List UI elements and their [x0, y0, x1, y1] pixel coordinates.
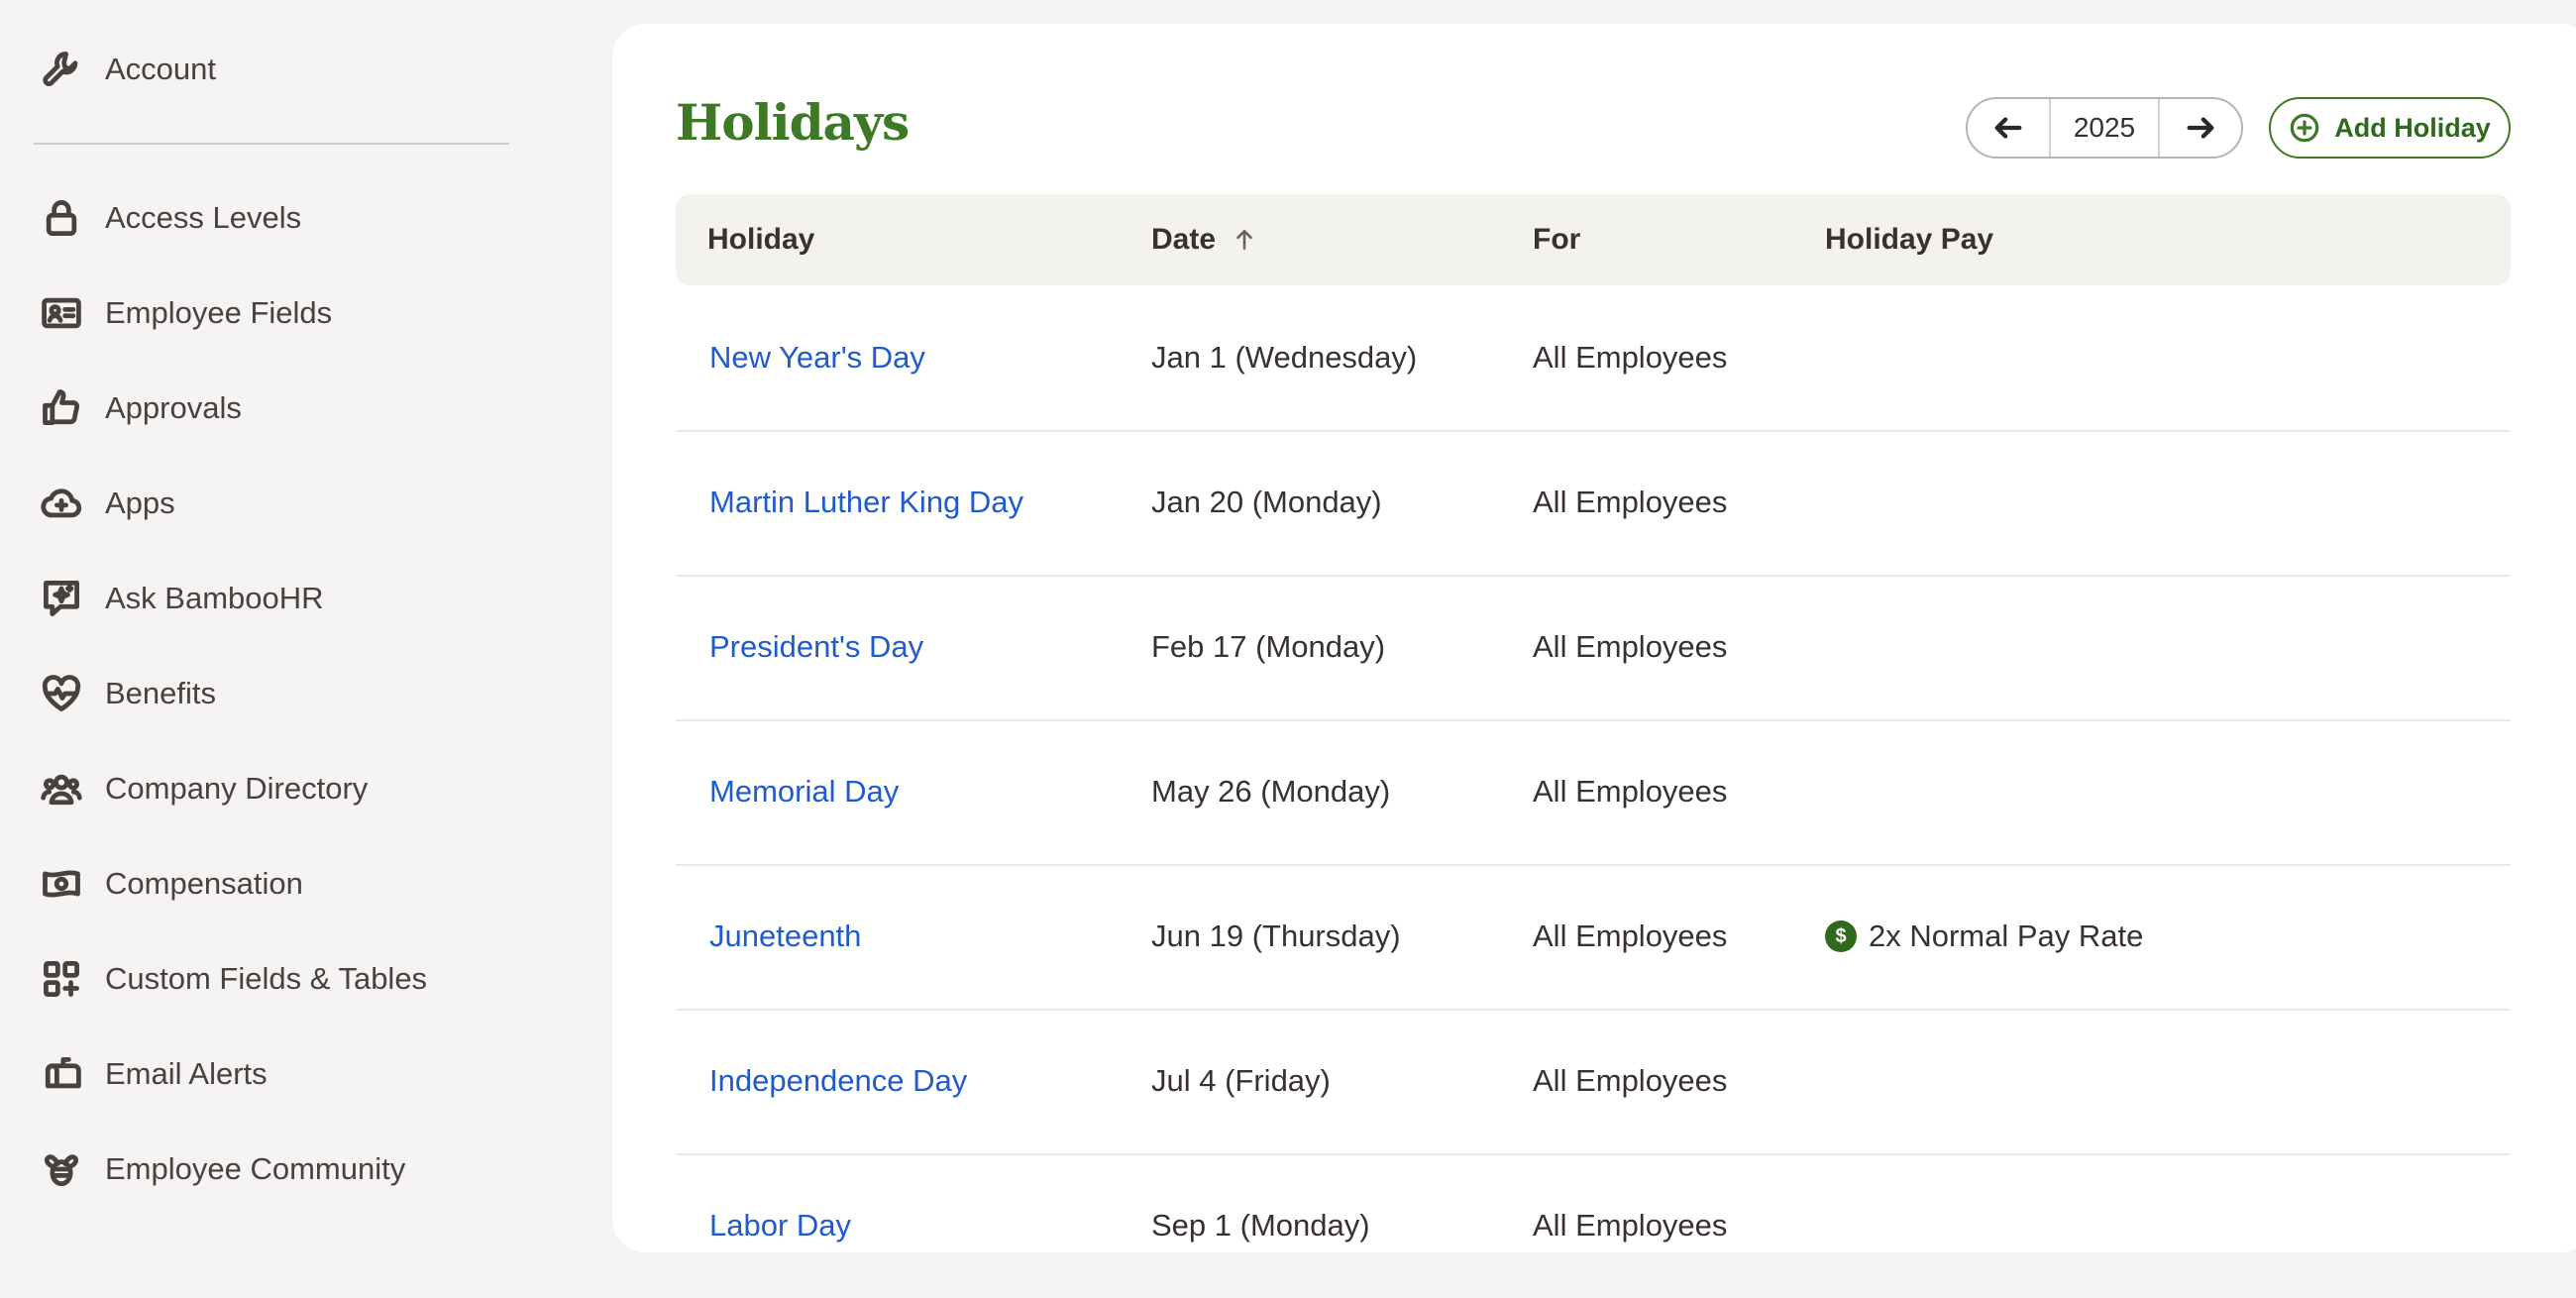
- column-header-date[interactable]: Date: [1151, 194, 1257, 285]
- holiday-date: May 26 (Monday): [1151, 774, 1391, 809]
- sidebar-item-approvals[interactable]: Approvals: [38, 377, 533, 440]
- id-card-icon: [38, 289, 85, 337]
- arrow-left-icon: [1994, 117, 2022, 139]
- sidebar-item-label: Employee Fields: [105, 295, 333, 330]
- sort-ascending-icon: [1236, 230, 1252, 250]
- sidebar-item-access-levels[interactable]: Access Levels: [38, 186, 533, 250]
- add-holiday-label: Add Holiday: [2334, 112, 2491, 143]
- sidebar-item-label: Custom Fields & Tables: [105, 961, 428, 996]
- table-row: Memorial Day May 26 (Monday) All Employe…: [676, 719, 2511, 866]
- sidebar-item-compensation[interactable]: Compensation: [38, 852, 533, 916]
- arrow-right-icon: [2187, 117, 2214, 139]
- holiday-date: Jun 19 (Thursday): [1151, 919, 1401, 953]
- sidebar-item-label: Compensation: [105, 866, 303, 901]
- dollar-icon: $: [1825, 920, 1857, 952]
- sidebar-item-label: Apps: [105, 486, 175, 520]
- table-row: Independence Day Jul 4 (Friday) All Empl…: [676, 1009, 2511, 1155]
- sidebar-item-custom-fields-tables[interactable]: Custom Fields & Tables: [38, 947, 533, 1011]
- table-row: Juneteenth Jun 19 (Thursday) All Employe…: [676, 864, 2511, 1011]
- heart-pulse-icon: [38, 670, 85, 717]
- holiday-pay: $ 2x Normal Pay Rate: [1825, 864, 2143, 1009]
- money-icon: [38, 860, 85, 908]
- sidebar-item-label: Benefits: [105, 676, 217, 710]
- mailbox-icon: [38, 1050, 85, 1098]
- previous-year-button[interactable]: [1968, 99, 2049, 157]
- sidebar-item-label: Company Directory: [105, 771, 369, 806]
- add-holiday-button[interactable]: Add Holiday: [2269, 97, 2511, 159]
- lock-icon: [38, 194, 85, 242]
- column-header-for[interactable]: For: [1533, 194, 1580, 285]
- column-header-label: Holiday Pay: [1825, 223, 1994, 256]
- sidebar-item-account[interactable]: Account: [38, 38, 533, 101]
- holiday-for: All Employees: [1533, 1063, 1728, 1098]
- holiday-date: Jul 4 (Friday): [1151, 1063, 1331, 1098]
- next-year-button[interactable]: [2160, 99, 2241, 157]
- table-row: Labor Day Sep 1 (Monday) All Employees: [676, 1153, 2511, 1298]
- page-title: Holidays: [676, 93, 910, 152]
- sidebar-item-ask-bamboohr[interactable]: Ask BambooHR: [38, 567, 533, 630]
- sidebar-item-label: Email Alerts: [105, 1056, 268, 1091]
- people-icon: [38, 765, 85, 812]
- column-header-holiday-pay[interactable]: Holiday Pay: [1825, 194, 1993, 285]
- column-header-label: For: [1533, 223, 1581, 256]
- sidebar-item-email-alerts[interactable]: Email Alerts: [38, 1042, 533, 1106]
- holiday-for: All Employees: [1533, 485, 1728, 519]
- wrench-icon: [38, 46, 85, 93]
- table-row: Martin Luther King Day Jan 20 (Monday) A…: [676, 430, 2511, 577]
- year-navigator: 2025: [1966, 97, 2243, 159]
- grid-plus-icon: [38, 955, 85, 1003]
- sidebar-item-employee-fields[interactable]: Employee Fields: [38, 281, 533, 345]
- sidebar-item-label: Approvals: [105, 390, 242, 425]
- table-header: Holiday Date For Holiday Pay: [676, 194, 2511, 285]
- holiday-name-link[interactable]: Juneteenth: [709, 864, 861, 1009]
- sidebar-divider: [34, 143, 509, 145]
- column-header-label: Date: [1151, 223, 1217, 256]
- holiday-name-link[interactable]: President's Day: [709, 575, 923, 719]
- holiday-name-link[interactable]: Martin Luther King Day: [709, 430, 1023, 575]
- sparkle-chat-icon: [38, 575, 85, 622]
- sidebar-item-employee-community[interactable]: Employee Community: [38, 1137, 533, 1201]
- holiday-date: Sep 1 (Monday): [1151, 1208, 1370, 1243]
- holiday-pay-label: 2x Normal Pay Rate: [1869, 919, 2144, 953]
- year-value: 2025: [2049, 99, 2160, 157]
- sidebar-item-apps[interactable]: Apps: [38, 472, 533, 535]
- column-header-holiday[interactable]: Holiday: [707, 194, 814, 285]
- sidebar-item-label: Account: [105, 52, 217, 86]
- holiday-name-link[interactable]: New Year's Day: [709, 285, 925, 430]
- sidebar: Account Access Levels Employee Fields Ap…: [0, 0, 555, 1219]
- bee-icon: [38, 1145, 85, 1193]
- sidebar-item-label: Employee Community: [105, 1151, 406, 1186]
- sidebar-item-label: Access Levels: [105, 200, 302, 235]
- table-row: President's Day Feb 17 (Monday) All Empl…: [676, 575, 2511, 721]
- holiday-for: All Employees: [1533, 340, 1728, 375]
- column-header-label: Holiday: [707, 223, 815, 256]
- thumbs-up-icon: [38, 384, 85, 432]
- holiday-date: Jan 20 (Monday): [1151, 485, 1382, 519]
- holiday-name-link[interactable]: Labor Day: [709, 1153, 851, 1298]
- cloud-plus-icon: [38, 480, 85, 527]
- sidebar-item-company-directory[interactable]: Company Directory: [38, 757, 533, 820]
- holiday-for: All Employees: [1533, 1208, 1728, 1243]
- sidebar-item-label: Ask BambooHR: [105, 581, 324, 615]
- holiday-for: All Employees: [1533, 629, 1728, 664]
- holiday-for: All Employees: [1533, 919, 1728, 953]
- holiday-name-link[interactable]: Independence Day: [709, 1009, 967, 1153]
- holiday-name-link[interactable]: Memorial Day: [709, 719, 899, 864]
- holiday-date: Jan 1 (Wednesday): [1151, 340, 1418, 375]
- plus-circle-icon: [2290, 113, 2319, 143]
- table-row: New Year's Day Jan 1 (Wednesday) All Emp…: [676, 285, 2511, 432]
- sidebar-item-benefits[interactable]: Benefits: [38, 662, 533, 725]
- holiday-date: Feb 17 (Monday): [1151, 629, 1386, 664]
- holiday-for: All Employees: [1533, 774, 1728, 809]
